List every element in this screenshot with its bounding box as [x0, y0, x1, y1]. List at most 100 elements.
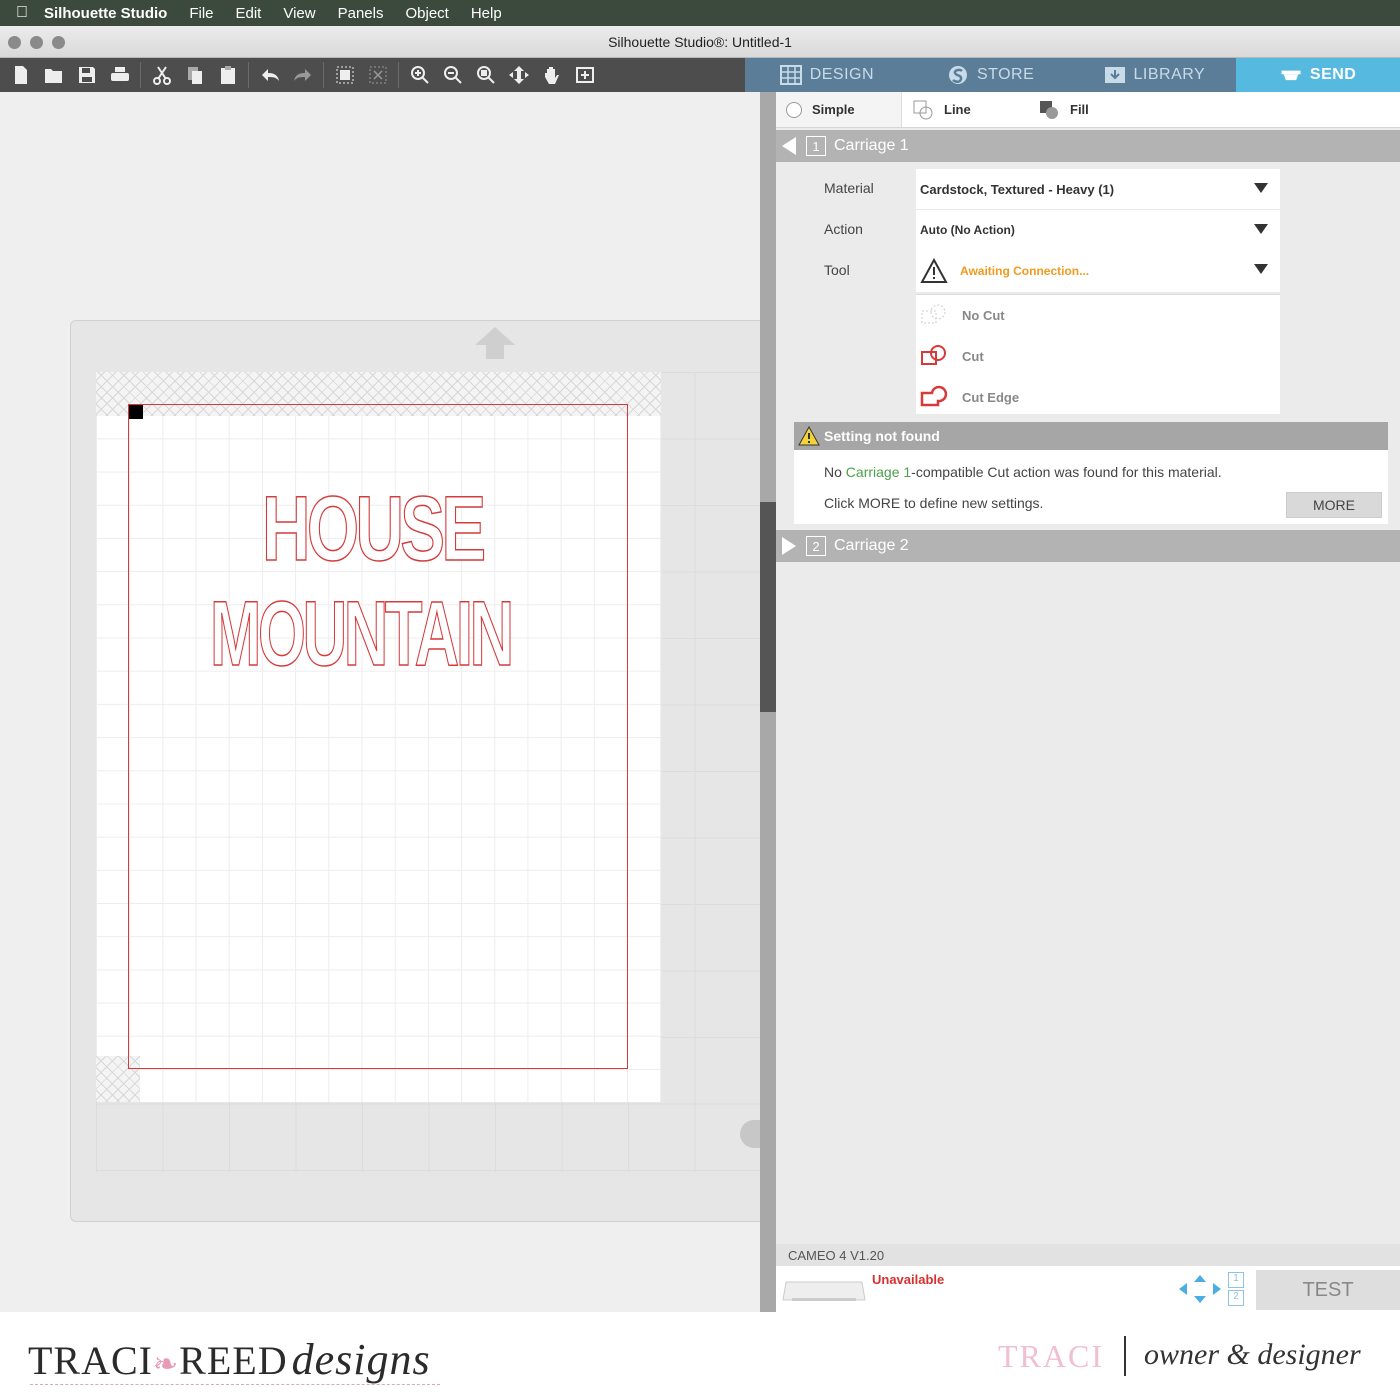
group-icon[interactable]	[328, 60, 361, 90]
signature: TRACI	[998, 1338, 1104, 1374]
tool-status: Awaiting Connection...	[960, 264, 1090, 278]
warning-message: No Carriage 1-compatible Cut action was …	[824, 464, 1222, 480]
library-icon	[1104, 67, 1125, 83]
fit-page-icon[interactable]	[568, 60, 601, 90]
move-arrows-icon[interactable]	[1178, 1274, 1222, 1304]
no-cut-icon	[921, 304, 946, 323]
more-button[interactable]: MORE	[1286, 492, 1382, 518]
brand-logo: TRACI❧REEDdesigns	[28, 1334, 431, 1385]
mode-fill[interactable]: Fill	[1028, 92, 1154, 127]
warning-icon	[798, 426, 820, 446]
tab-library[interactable]: LIBRARY	[1073, 58, 1237, 92]
zoom-fit-icon[interactable]	[469, 60, 502, 90]
tab-design-label: DESIGN	[809, 66, 875, 83]
ungroup-icon[interactable]	[361, 60, 394, 90]
warning-message-prefix: No	[824, 464, 846, 480]
send-panel: Simple Line Fill 1 Carriage 1 Material C…	[776, 92, 1400, 1312]
material-value: Cardstock, Textured - Heavy (1)	[920, 181, 1115, 197]
test-button[interactable]: TEST	[1256, 1270, 1400, 1310]
menu-panels[interactable]: Panels	[338, 5, 384, 22]
material-label: Material	[824, 180, 874, 196]
cut-style-list: No Cut Cut Cut Edge	[916, 294, 1280, 414]
option-no-cut-label: No Cut	[962, 308, 1005, 323]
tab-send[interactable]: SEND	[1236, 58, 1400, 92]
brand-script: designs	[291, 1335, 431, 1384]
warning-title: Setting not found	[824, 428, 940, 444]
silhouette-logo-icon	[740, 1120, 760, 1148]
move-icon[interactable]	[502, 60, 535, 90]
menu-edit[interactable]: Edit	[236, 5, 262, 22]
tool-select[interactable]: Awaiting Connection...	[916, 250, 1280, 292]
menu-file[interactable]: File	[189, 5, 213, 22]
tool-label: Tool	[824, 262, 850, 278]
paste-icon[interactable]	[211, 60, 244, 90]
mode-simple[interactable]: Simple	[776, 92, 902, 127]
menu-object[interactable]: Object	[405, 5, 448, 22]
carriage-1-number: 1	[806, 136, 826, 156]
warning-message-suffix: -compatible Cut action was found for thi…	[911, 464, 1222, 480]
mode-line-label: Line	[944, 102, 971, 117]
mode-line[interactable]: Line	[902, 92, 1028, 127]
action-select[interactable]: Auto (No Action)	[916, 210, 1280, 250]
mode-fill-label: Fill	[1070, 102, 1089, 117]
option-cut-edge-label: Cut Edge	[962, 390, 1020, 405]
open-folder-icon[interactable]	[37, 60, 70, 90]
copy-icon[interactable]	[178, 60, 211, 90]
tab-store-label: STORE	[976, 66, 1035, 83]
device-status: Unavailable	[872, 1272, 945, 1287]
workspace-tabs: DESIGN STORE LIBRARY SEND	[745, 58, 1400, 92]
line-mode-icon	[913, 100, 933, 119]
carriage-select-2[interactable]: 2	[1228, 1290, 1244, 1306]
signature-divider	[1124, 1336, 1126, 1376]
expand-arrow-icon[interactable]	[782, 537, 796, 555]
carriage-2-header[interactable]: 2 Carriage 2	[776, 530, 1400, 562]
tab-design[interactable]: DESIGN	[745, 58, 909, 92]
tab-library-label: LIBRARY	[1133, 66, 1206, 83]
carriage-2-title: Carriage 2	[834, 537, 909, 554]
save-icon[interactable]	[70, 60, 103, 90]
send-printer-icon	[1281, 70, 1301, 81]
collapse-arrow-icon[interactable]	[782, 137, 796, 155]
undo-icon[interactable]	[253, 60, 286, 90]
pan-hand-icon[interactable]	[535, 60, 568, 90]
carriage-selector[interactable]: 1 2	[1228, 1272, 1244, 1308]
carriage-select-1[interactable]: 1	[1228, 1272, 1244, 1288]
chevron-down-icon	[1254, 264, 1268, 274]
warning-header: Setting not found	[794, 422, 1388, 450]
grid-icon	[779, 65, 802, 85]
panel-splitter[interactable]	[760, 92, 776, 1312]
material-select[interactable]: Cardstock, Textured - Heavy (1)	[916, 169, 1280, 209]
option-cut-edge[interactable]: Cut Edge	[916, 377, 1280, 418]
app-menu[interactable]: Silhouette Studio	[44, 5, 167, 22]
menu-help[interactable]: Help	[471, 5, 502, 22]
redo-icon[interactable]	[286, 60, 319, 90]
toolbar-divider	[323, 62, 324, 88]
zoom-in-icon[interactable]	[403, 60, 436, 90]
brand-first: TRACI	[28, 1338, 153, 1383]
brand-underline	[30, 1384, 440, 1385]
design-canvas[interactable]: HOUSE MOUNTAIN	[0, 92, 770, 1312]
apple-menu-icon[interactable]: 	[0, 4, 44, 22]
feed-direction-arrow-icon	[475, 327, 515, 359]
menu-view[interactable]: View	[283, 5, 315, 22]
option-no-cut[interactable]: No Cut	[916, 295, 1280, 336]
option-cut[interactable]: Cut	[916, 336, 1280, 377]
cut-edge-icon	[920, 385, 948, 406]
carriage-1-header[interactable]: 1 Carriage 1	[776, 130, 1400, 162]
cut-icon[interactable]	[145, 60, 178, 90]
cut-shape-icon	[921, 344, 946, 365]
device-status-row: Unavailable 1 2 TEST	[776, 1266, 1400, 1312]
print-icon[interactable]	[103, 60, 136, 90]
scrollbar-thumb[interactable]	[760, 502, 776, 712]
new-document-icon[interactable]	[4, 60, 37, 90]
simple-radio[interactable]	[786, 101, 802, 118]
design-text-mountain[interactable]: MOUNTAIN	[209, 582, 514, 687]
chevron-down-icon	[1254, 224, 1268, 234]
window-title-bar: Silhouette Studio®: Untitled-1	[0, 26, 1400, 58]
store-s-icon	[948, 66, 967, 84]
design-text-house[interactable]: HOUSE	[261, 477, 486, 582]
zoom-out-icon[interactable]	[436, 60, 469, 90]
tab-store[interactable]: STORE	[909, 58, 1073, 92]
menu-bar:  Silhouette Studio File Edit View Panel…	[0, 0, 1400, 26]
fill-mode-icon	[1040, 100, 1058, 119]
